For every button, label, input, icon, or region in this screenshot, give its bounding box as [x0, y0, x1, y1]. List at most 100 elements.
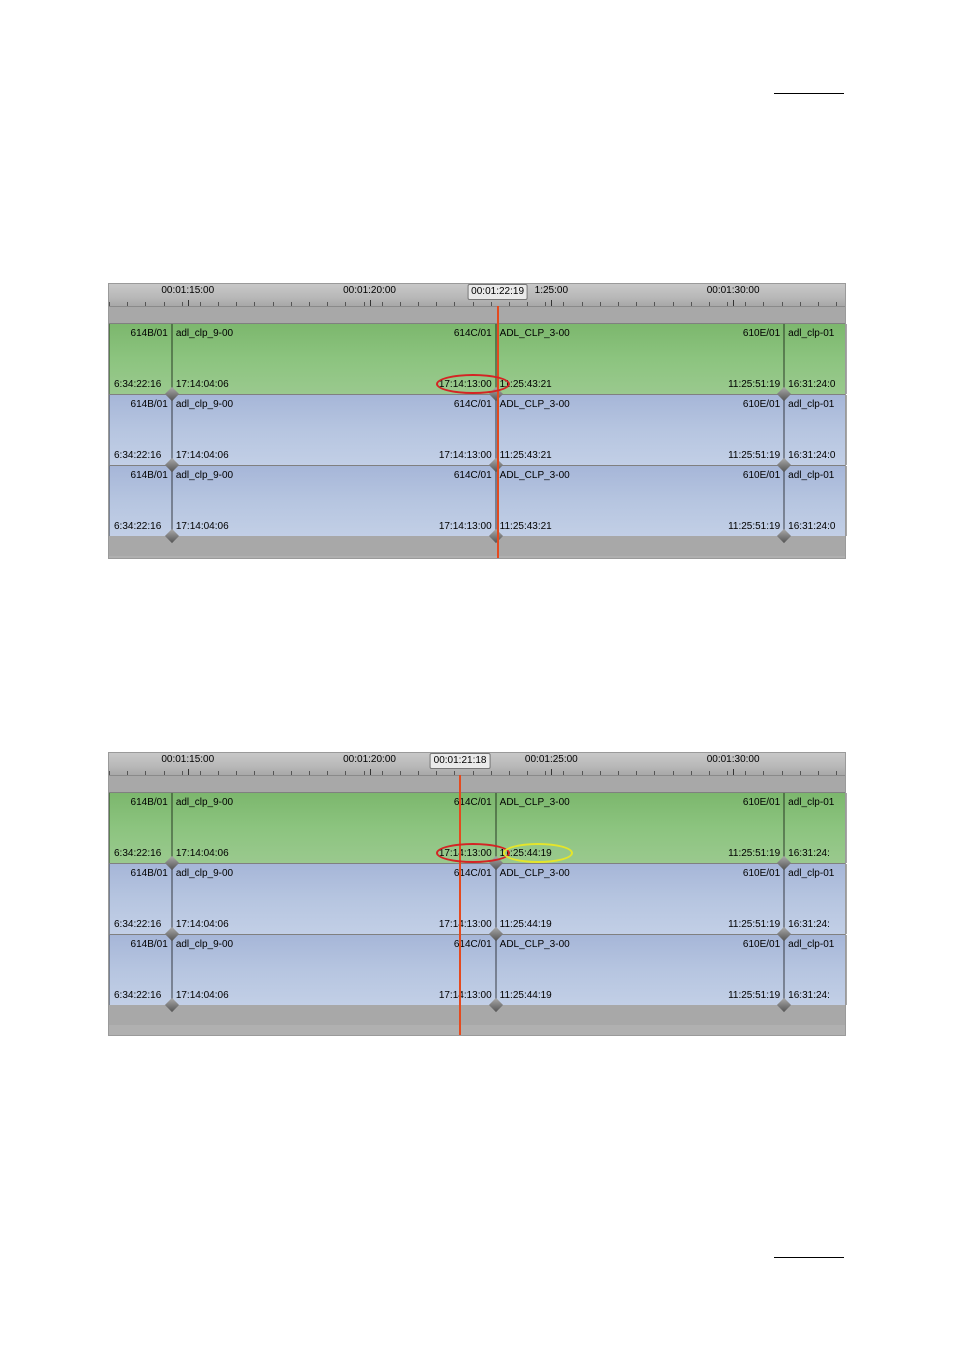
timeline-clip[interactable]: adl_clp-01 16:31:24:: [783, 793, 847, 863]
page-footer-rule: [774, 1257, 844, 1258]
timeline-clip[interactable]: ADL_CLP_3-00610E/0111:25:44:1911:25:51:1…: [495, 935, 786, 1005]
timeline-clip[interactable]: 614B/01 6:34:22:16: [109, 324, 173, 394]
clip-in-timecode: 6:34:22:16: [114, 450, 161, 461]
timeline-track[interactable]: 614B/016:34:22:16adl_clp_9-00614C/0117:1…: [109, 934, 845, 1005]
ruler-ticks: [109, 769, 845, 775]
playhead-line[interactable]: [459, 775, 461, 1035]
timeline-clip[interactable]: adl_clp_9-00614C/0117:14:04:0617:14:13:0…: [171, 793, 497, 863]
clip-name: adl_clp_9-00: [176, 868, 233, 879]
clip-in-timecode: 11:25:43:21: [500, 450, 552, 461]
ruler-tick-label: 00:01:30:00: [707, 285, 760, 296]
clip-in-timecode: 16:31:24:: [788, 990, 830, 1001]
ruler-tick-label: 00:01:15:00: [161, 285, 214, 296]
timeline-clip[interactable]: adl_clp-0116:31:24:: [783, 935, 847, 1005]
clip-out-timecode: 11:25:51:19: [728, 919, 780, 930]
ruler-tick-label: 00:01:25:00: [525, 754, 578, 765]
timeline-clip[interactable]: ADL_CLP_3-00610E/0111:25:44:1911:25:51:1…: [495, 793, 786, 863]
clip-source-id: 614B/01: [131, 797, 168, 808]
ruler-tick-label: 1:25:00: [535, 285, 568, 296]
timeline-clip[interactable]: adl_clp_9-00614C/0117:14:04:0617:14:13:0…: [171, 864, 497, 934]
timeline-clip[interactable]: adl_clp_9-00614C/0117:14:04:0617:14:13:0…: [171, 324, 497, 394]
timeline-clip[interactable]: ADL_CLP_3-00 610E/01 11:25:43:21 11:25:51:1…: [495, 466, 786, 536]
clip-source-id: 614B/01: [131, 399, 168, 410]
timeline-clip[interactable]: adl_clp-01 16:31:24:0: [783, 324, 847, 394]
timeline-clip[interactable]: 614B/016:34:22:16: [109, 935, 173, 1005]
panel-footer: [109, 536, 845, 556]
clip-out-timecode: 11:25:51:19: [728, 848, 780, 859]
timeline-clip[interactable]: 614B/016:34:22:16: [109, 864, 173, 934]
clip-name: adl_clp_9-00: [176, 797, 233, 808]
clip-source-id: 610E/01: [743, 470, 780, 481]
clip-name: adl_clp_9-00: [176, 939, 233, 950]
clip-in-timecode: 16:31:24:: [788, 848, 830, 859]
clip-in-timecode: 16:31:24:0: [788, 379, 835, 390]
clip-out-timecode: 17:14:13:00: [439, 450, 492, 461]
page-header-rule: [774, 93, 844, 94]
timeline-clip[interactable]: ADL_CLP_3-00610E/0111:25:43:2111:25:51:1…: [495, 324, 786, 394]
timeline-clip[interactable]: 614B/01 6:34:22:16: [109, 466, 173, 536]
timeline-panel[interactable]: 00:01:15:00 00:01:20:00 1:25:00 00:01:30:00…: [108, 283, 846, 559]
clip-source-id: 614B/01: [131, 939, 168, 950]
playhead-line[interactable]: [497, 306, 499, 558]
clip-name: adl_clp_9-00: [176, 470, 233, 481]
clip-in-timecode: 17:14:04:06: [176, 450, 229, 461]
timeline-track[interactable]: 614B/016:34:22:16adl_clp_9-00614C/0117:1…: [109, 863, 845, 934]
clip-in-timecode: 6:34:22:16: [114, 521, 161, 532]
clip-in-timecode: 6:34:22:16: [114, 919, 161, 930]
clip-name: ADL_CLP_3-00: [500, 328, 570, 339]
timeline-clip[interactable]: 614B/01 6:34:22:16: [109, 793, 173, 863]
clip-in-timecode: 16:31:24:0: [788, 450, 835, 461]
clip-in-timecode: 11:25:43:21: [500, 379, 552, 390]
clip-name: ADL_CLP_3-00: [500, 939, 570, 950]
ruler-ticks: [109, 300, 845, 306]
timeline-clip[interactable]: ADL_CLP_3-00610E/0111:25:43:2111:25:51:1…: [495, 395, 786, 465]
playhead-timecode[interactable]: 00:01:21:18: [430, 753, 491, 769]
clip-source-id: 614B/01: [131, 470, 168, 481]
timeline-track[interactable]: 614B/01 6:34:22:16 adl_clp_9-00614C/0117:1…: [109, 323, 845, 394]
timeline-track[interactable]: 614B/01 6:34:22:16 adl_clp_9-00614C/0117:1…: [109, 465, 845, 536]
clip-name: adl_clp-01: [788, 797, 834, 808]
timeline-track[interactable]: 614B/01 6:34:22:16 adl_clp_9-00614C/0117:1…: [109, 792, 845, 863]
clip-name: ADL_CLP_3-00: [500, 399, 570, 410]
clip-in-timecode: 6:34:22:16: [114, 379, 161, 390]
clip-in-timecode: 11:25:44:19: [500, 848, 552, 859]
clip-name: ADL_CLP_3-00: [500, 868, 570, 879]
timeline-clip[interactable]: adl_clp-01 16:31:24:: [783, 864, 847, 934]
clip-in-timecode: 17:14:04:06: [176, 848, 229, 859]
clip-name: adl_clp-01: [788, 868, 834, 879]
clip-out-timecode: 17:14:13:00: [439, 919, 492, 930]
timeline-clip[interactable]: ADL_CLP_3-00610E/0111:25:44:1911:25:51:1…: [495, 864, 786, 934]
clip-in-timecode: 11:25:43:21: [500, 521, 552, 532]
time-ruler[interactable]: 00:01:15:00 00:01:20:00 00:01:25:00 00:01:3…: [109, 753, 845, 776]
timeline-clip[interactable]: adl_clp_9-00 614C/01 17:14:04:06 17:14:13:0…: [171, 395, 497, 465]
timeline-clip[interactable]: adl_clp_9-00614C/0117:14:04:0617:14:13:0…: [171, 935, 497, 1005]
clip-name: adl_clp-01: [788, 470, 834, 481]
clip-in-timecode: 16:31:24:0: [788, 521, 835, 532]
clip-in-timecode: 6:34:22:16: [114, 848, 161, 859]
clip-out-timecode: 17:14:13:00: [439, 990, 492, 1001]
ruler-tick-label: 00:01:20:00: [343, 285, 396, 296]
ruler-tick-label: 00:01:20:00: [343, 754, 396, 765]
timeline-clip[interactable]: adl_clp_9-00614C/0117:14:04:0617:14:13:0…: [171, 466, 497, 536]
timeline-clip[interactable]: 614B/01 6:34:22:16: [109, 395, 173, 465]
clip-out-timecode: 17:14:13:00: [439, 848, 492, 859]
timeline-clip[interactable]: adl_clp-0116:31:24:0: [783, 395, 847, 465]
time-ruler[interactable]: 00:01:15:00 00:01:20:00 1:25:00 00:01:30:00…: [109, 284, 845, 307]
clip-name: ADL_CLP_3-00: [500, 470, 570, 481]
clip-source-id: 614B/01: [131, 328, 168, 339]
ruler-tick-label: 00:01:30:00: [707, 754, 760, 765]
clip-source-id: 614C/01: [454, 399, 492, 410]
clip-in-timecode: 16:31:24:: [788, 919, 830, 930]
clip-out-timecode: 11:25:51:19: [728, 521, 780, 532]
clip-name: adl_clp_9-00: [176, 399, 233, 410]
timeline-panel[interactable]: 00:01:15:00 00:01:20:00 00:01:25:00 00:01:3…: [108, 752, 846, 1036]
ruler-tick-label: 00:01:15:00: [161, 754, 214, 765]
panel-footer: [109, 1005, 845, 1025]
playhead-timecode[interactable]: 00:01:22:19: [467, 284, 528, 300]
clip-source-id: 614C/01: [454, 328, 492, 339]
timeline-track[interactable]: 614B/01 6:34:22:16 adl_clp_9-00 614C/01 17:1…: [109, 394, 845, 465]
clip-source-id: 610E/01: [743, 797, 780, 808]
clip-in-timecode: 11:25:44:19: [500, 919, 552, 930]
clip-name: adl_clp-01: [788, 328, 834, 339]
timeline-clip[interactable]: adl_clp-01 16:31:24:0: [783, 466, 847, 536]
